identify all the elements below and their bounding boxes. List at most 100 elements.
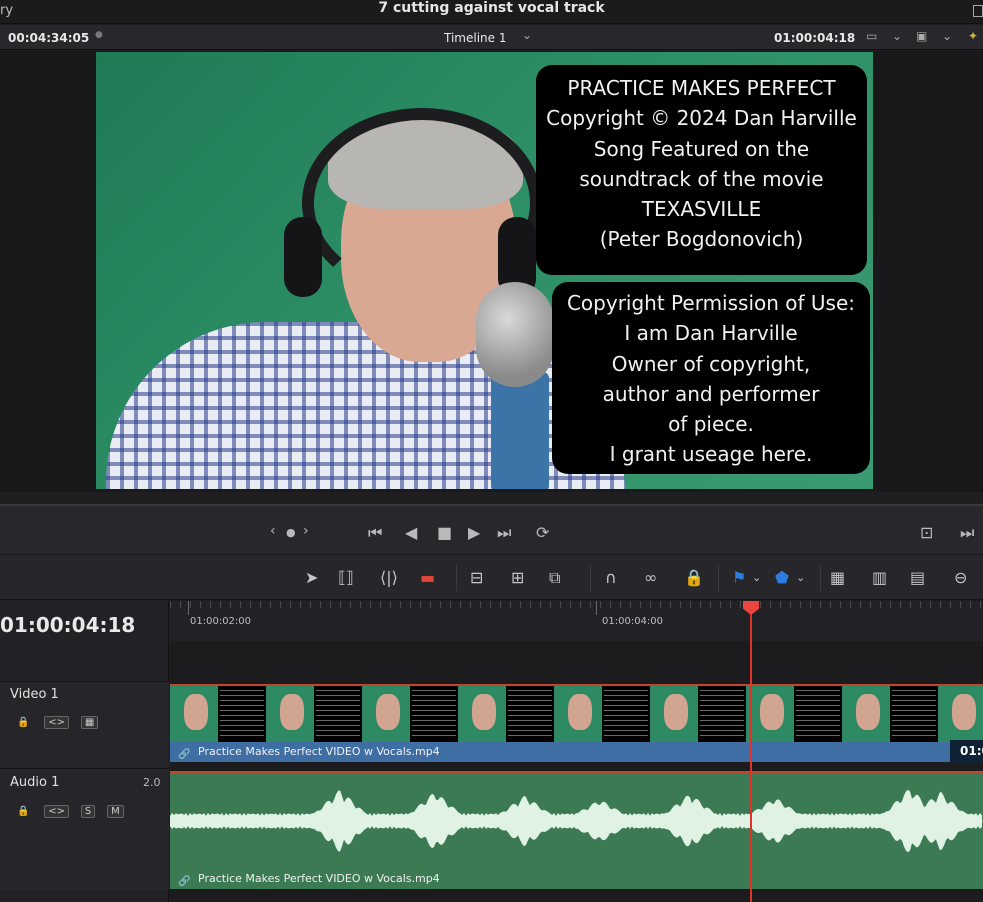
auto-select-icon[interactable]: <> [44,805,70,818]
lock-icon[interactable]: 🔒 [14,806,32,817]
thumbnail-text [892,688,936,740]
viewer-header: 00:04:34:05 ● Timeline 1 ⌄ 01:00:04:18 ▭… [0,25,983,50]
clip-thumbnails [170,686,983,742]
insert-clip-icon[interactable]: ⊟ [470,568,483,587]
dynamic-trim-icon[interactable]: ⟨|⟩ [380,568,398,587]
video-track-header[interactable]: Video 1 🔒 <> ▦ [0,681,169,767]
project-title: 7 cutting against vocal track [378,0,605,16]
toolbar-divider [820,565,821,591]
position-lock-icon[interactable]: 🔒 [684,568,704,587]
overlay-line: I grant useage here. [609,442,813,467]
jog-left-icon[interactable]: ‹ [270,523,276,539]
snapping-icon[interactable]: ∩ [605,568,617,587]
stop-icon[interactable]: ■ [437,523,452,542]
audio-track-controls: 🔒 <> S M [14,803,132,818]
next-edit-icon[interactable]: ⏭ [960,523,974,543]
headphone-cup [284,217,322,297]
marker-icon[interactable]: ⬟ [775,568,789,587]
transport-controls: ‹ ● › ⏮ ◀ ■ ▶ ⏭ ⟳ ⊡ ⏭ [0,504,983,554]
thumbnail-text [604,688,648,740]
jog-dot-icon[interactable]: ● [286,526,296,539]
ruler-tick [188,601,189,615]
trim-edit-icon[interactable]: ⟦⟧ [338,568,354,587]
thumbnail-text [220,688,264,740]
blade-tool-icon[interactable]: ▬ [420,568,435,587]
flag-icon[interactable]: ⚑ [732,568,746,587]
link-icon: 🔗 [178,876,191,887]
playhead[interactable] [750,611,752,902]
loop-icon[interactable]: ⟳ [536,523,549,542]
chevron-down-icon[interactable]: ⌄ [796,571,805,584]
overlay-line: Owner of copyright, [611,351,811,376]
overlay-line: author and performer [602,381,820,406]
replace-clip-icon[interactable]: ⧉ [549,568,560,588]
dot-icon: ● [95,30,103,40]
chevron-down-icon[interactable]: ⌄ [752,571,761,584]
jog-right-icon[interactable]: › [303,523,309,539]
overlay-line: Copyright © 2024 Dan Harville [546,106,857,131]
video-clip[interactable]: 🔗 Practice Makes Perfect VIDEO w Vocals.… [170,684,983,764]
zoom-full-icon[interactable]: ▦ [830,568,845,587]
timeline-selector[interactable]: Timeline 1 [444,31,506,45]
effects-icon[interactable]: ✦ [968,29,978,43]
window-icon[interactable] [973,5,983,17]
thumbnail-face [664,694,688,730]
overwrite-clip-icon[interactable]: ⊞ [511,568,524,587]
video-clip-name: Practice Makes Perfect VIDEO w Vocals.mp… [198,745,440,758]
timeline-area[interactable]: 01:00:02:00 01:00:04:00 🔗 Practice Makes… [170,601,983,902]
selection-tool-icon[interactable]: ➤ [305,568,318,587]
thumbnail-text [412,688,456,740]
timeline-timecode: 01:00:04:18 [0,613,136,637]
play-reverse-icon[interactable]: ◀ [405,523,417,542]
go-to-end-icon[interactable]: ⏭ [497,523,511,543]
thumbnail-text [316,688,360,740]
thumbnail-face [184,694,208,730]
play-icon[interactable]: ▶ [468,523,480,542]
timeline-ruler[interactable]: 01:00:02:00 01:00:04:00 [170,601,983,641]
audio-clip[interactable]: 🔗 Practice Makes Perfect VIDEO w Vocals.… [170,771,983,889]
zoom-custom-icon[interactable]: ▤ [910,568,925,587]
mute-button[interactable]: M [107,805,124,818]
thumbnail-face [952,694,976,730]
chevron-down-icon[interactable]: ⌄ [942,29,952,43]
go-to-start-icon[interactable]: ⏮ [368,523,382,543]
ruler-label: 01:00:02:00 [190,616,252,627]
audio-clip-name: Practice Makes Perfect VIDEO w Vocals.mp… [198,872,440,885]
permission-overlay: Copyright Permission of Use: I am Dan Ha… [552,282,870,474]
toolbar-divider [590,565,591,591]
overlay-line: Song Featured on the [593,136,810,161]
zoom-detail-icon[interactable]: ▥ [872,568,887,587]
overlay-line: Copyright Permission of Use: [566,291,856,315]
thumbnail-text [508,688,552,740]
audio-track-header[interactable]: Audio 1 2.0 🔒 <> S M [0,768,169,890]
ruler-tick [596,601,597,615]
thumbnail-face [568,694,592,730]
chevron-down-icon[interactable]: ⌄ [892,29,902,43]
thumbnail-face [376,694,400,730]
solo-button[interactable]: S [80,805,96,818]
overlay-line: TEXASVILLE [641,197,762,222]
hd-display-icon[interactable]: ▣ [916,29,927,43]
toolbar-divider [718,565,719,591]
microphone-body [491,372,549,489]
overlay-line: PRACTICE MAKES PERFECT [567,76,836,100]
aspect-ratio-icon[interactable]: ▭ [866,29,877,43]
microphone-head [476,282,554,387]
zoom-out-icon[interactable]: ⊖ [954,568,967,587]
lock-icon[interactable]: 🔒 [14,717,32,728]
source-timecode: 00:04:34:05 [8,31,90,45]
fullscreen-icon[interactable]: ⊡ [920,523,933,542]
chevron-down-icon[interactable]: ⌄ [522,28,532,42]
overlay-line: I am Dan Harville [624,321,798,346]
record-timecode: 01:00:04:18 [774,31,856,45]
overlay-line: soundtrack of the movie [579,166,824,191]
thumbnail-face [472,694,496,730]
linked-selection-icon[interactable]: ∞ [644,568,657,587]
auto-select-icon[interactable]: <> [44,716,70,729]
ruler-label: 01:00:04:00 [602,616,664,627]
video-track-name: Video 1 [10,687,59,702]
track-enable-icon[interactable]: ▦ [80,716,99,729]
thumbnail-text [700,688,744,740]
thumbnail-text [796,688,840,740]
video-viewer[interactable]: PRACTICE MAKES PERFECT Copyright © 2024 … [0,51,983,492]
